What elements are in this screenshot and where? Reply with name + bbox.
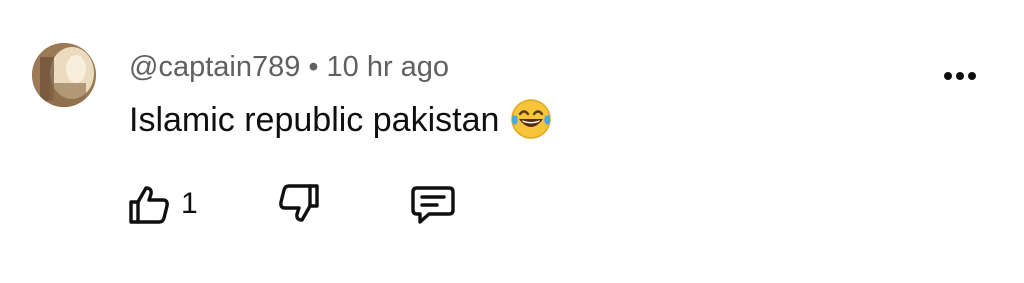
comment-text: Islamic republic pakistan bbox=[129, 101, 500, 139]
face-with-tears-of-joy-icon bbox=[509, 97, 553, 141]
more-options-button[interactable] bbox=[940, 60, 980, 90]
like-count: 1 bbox=[181, 187, 198, 220]
avatar-image bbox=[32, 43, 96, 107]
comment-meta: @captain789 • 10 hr ago bbox=[129, 48, 449, 86]
meta-separator: • bbox=[308, 51, 319, 83]
reply-comment-icon bbox=[409, 180, 457, 228]
dislike-button[interactable] bbox=[275, 178, 323, 230]
comment-card: @captain789 • 10 hr ago Islamic republic p… bbox=[0, 0, 1024, 283]
avatar[interactable] bbox=[32, 43, 96, 107]
comment-timestamp: 10 hr ago bbox=[326, 51, 450, 83]
thumbs-up-icon bbox=[125, 180, 173, 228]
reply-button[interactable] bbox=[409, 178, 457, 230]
thumbs-down-icon bbox=[275, 180, 323, 228]
author-handle[interactable]: @captain789 bbox=[129, 51, 300, 83]
more-options-icon bbox=[944, 72, 976, 80]
comment-text-row: Islamic republic pakistan bbox=[129, 97, 553, 143]
like-button[interactable]: 1 bbox=[125, 178, 198, 230]
